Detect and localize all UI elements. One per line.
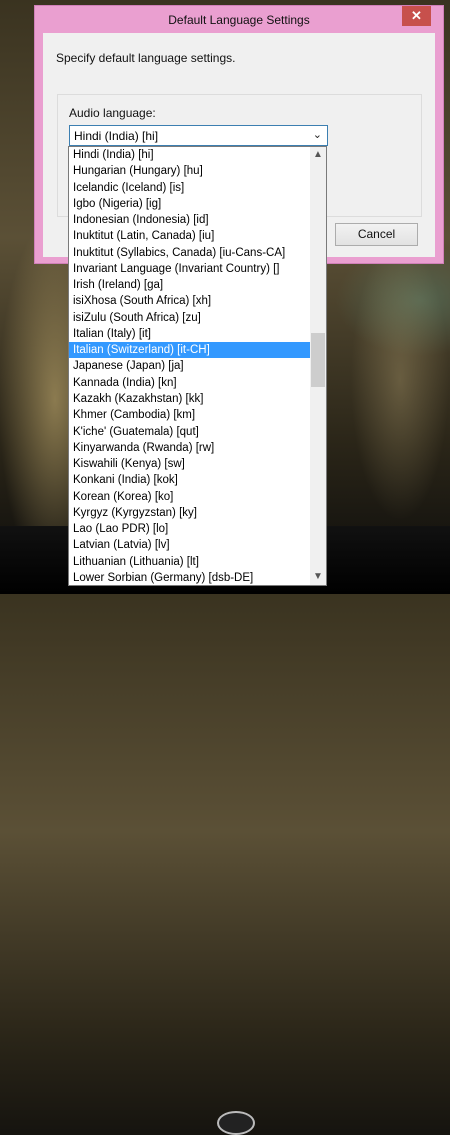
language-option[interactable]: Igbo (Nigeria) [ig]	[69, 196, 311, 212]
dialog-titlebar[interactable]: Default Language Settings ✕	[35, 6, 443, 33]
language-option[interactable]: Inuktitut (Latin, Canada) [iu]	[69, 228, 311, 244]
scroll-up-arrow-icon[interactable]: ▲	[310, 147, 326, 163]
language-option[interactable]: Kyrgyz (Kyrgyzstan) [ky]	[69, 505, 311, 521]
scroll-thumb[interactable]	[311, 333, 325, 387]
language-option[interactable]: Hindi (India) [hi]	[69, 147, 311, 163]
cancel-button[interactable]: Cancel	[335, 223, 418, 246]
language-option[interactable]: Lower Sorbian (Germany) [dsb-DE]	[69, 570, 311, 585]
dialog-title: Default Language Settings	[168, 13, 310, 27]
language-option[interactable]: Indonesian (Indonesia) [id]	[69, 212, 311, 228]
language-option[interactable]: Irish (Ireland) [ga]	[69, 277, 311, 293]
scroll-down-arrow-icon[interactable]: ▼	[310, 569, 326, 585]
language-option[interactable]: Icelandic (Iceland) [is]	[69, 180, 311, 196]
language-option[interactable]: Kazakh (Kazakhstan) [kk]	[69, 391, 311, 407]
close-button[interactable]: ✕	[402, 6, 431, 26]
audio-language-label: Audio language:	[69, 106, 156, 120]
language-option[interactable]: Invariant Language (Invariant Country) […	[69, 261, 311, 277]
language-option[interactable]: Inuktitut (Syllabics, Canada) [iu-Cans-C…	[69, 245, 311, 261]
language-option[interactable]: Lao (Lao PDR) [lo]	[69, 521, 311, 537]
audio-language-dropdown-list[interactable]: Hindi (India) [hi] Hungarian (Hungary) [h…	[68, 146, 327, 586]
language-option[interactable]: Italian (Switzerland) [it-CH]	[69, 342, 311, 359]
audio-language-select[interactable]: Hindi (India) [hi] ⌄	[69, 125, 328, 146]
language-option[interactable]: Lithuanian (Lithuania) [lt]	[69, 554, 311, 570]
language-option[interactable]: Konkani (India) [kok]	[69, 472, 311, 488]
language-option[interactable]: Japanese (Japan) [ja]	[69, 358, 311, 374]
language-option[interactable]: isiXhosa (South Africa) [xh]	[69, 293, 311, 309]
language-option[interactable]: Kinyarwanda (Rwanda) [rw]	[69, 440, 311, 456]
language-option[interactable]: Hungarian (Hungary) [hu]	[69, 163, 311, 179]
language-option[interactable]: Korean (Korea) [ko]	[69, 489, 311, 505]
player-control-knob[interactable]	[217, 1111, 255, 1135]
language-options: Hindi (India) [hi] Hungarian (Hungary) [h…	[69, 147, 311, 585]
language-option[interactable]: isiZulu (South Africa) [zu]	[69, 310, 311, 326]
language-option[interactable]: Kiswahili (Kenya) [sw]	[69, 456, 311, 472]
language-option[interactable]: Khmer (Cambodia) [km]	[69, 407, 311, 423]
close-icon: ✕	[411, 8, 422, 23]
language-option[interactable]: Latvian (Latvia) [lv]	[69, 537, 311, 553]
language-option[interactable]: K'iche' (Guatemala) [qut]	[69, 424, 311, 440]
dropdown-scrollbar[interactable]: ▲ ▼	[310, 147, 326, 585]
language-option[interactable]: Italian (Italy) [it]	[69, 326, 311, 342]
instruction-text: Specify default language settings.	[56, 51, 236, 65]
audio-language-value: Hindi (India) [hi]	[74, 129, 159, 143]
language-option[interactable]: Kannada (India) [kn]	[69, 375, 311, 391]
chevron-down-icon[interactable]: ⌄	[313, 128, 322, 141]
